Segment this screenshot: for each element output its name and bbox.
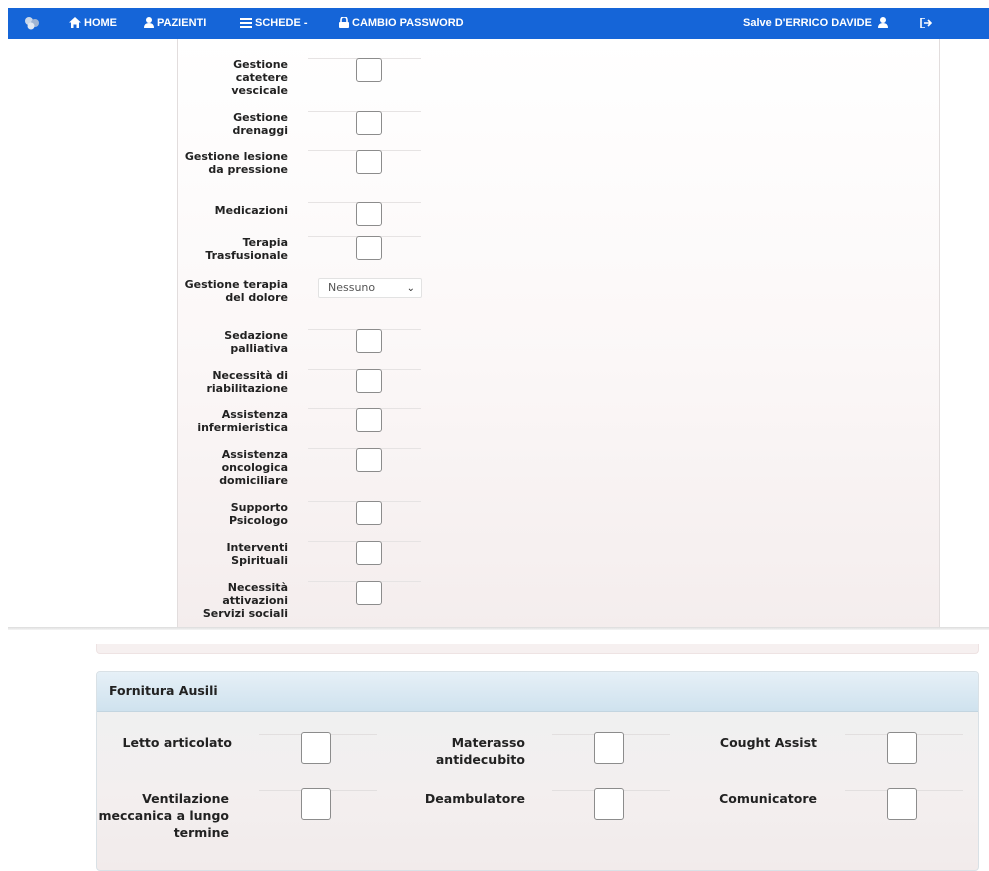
ausilio-label: Cought Assist <box>719 735 817 750</box>
logout-icon <box>920 17 933 29</box>
checkbox-deambulatore[interactable] <box>594 788 624 820</box>
ausilio-label: Letto articolato <box>122 735 232 750</box>
form-label: Sedazione palliativa <box>224 329 288 355</box>
checkbox-gestione-drenaggi[interactable] <box>356 111 382 135</box>
select-value: Nessuno <box>328 281 376 294</box>
checkbox-letto-articolato[interactable] <box>301 732 331 764</box>
checkbox-sedazione-palliativa[interactable] <box>356 329 382 353</box>
ausilio-label: Deambulatore <box>424 791 525 806</box>
app-logo-icon[interactable] <box>23 14 41 32</box>
checkbox-assistenza-oncologica[interactable] <box>356 448 382 472</box>
nav-schede-label: SCHEDE - <box>255 17 308 29</box>
checkbox-riabilitazione[interactable] <box>356 369 382 393</box>
empty-card-footer <box>96 644 979 654</box>
chevron-down-icon: ⌄ <box>406 283 415 294</box>
nav-schede[interactable]: SCHEDE - <box>240 8 308 39</box>
user-icon <box>878 17 889 28</box>
nav-home-label: HOME <box>84 17 117 29</box>
user-greeting-text: Salve D'ERRICO DAVIDE <box>743 17 872 29</box>
form-label: Interventi Spirituali <box>226 541 288 567</box>
form-label: Gestione lesione da pressione <box>184 150 288 176</box>
top-navbar: HOME PAZIENTI SCHEDE - CAMBIO PASSWORD S… <box>8 8 989 39</box>
select-terapia-dolore[interactable]: Nessuno ⌄ <box>318 278 422 298</box>
checkbox-supporto-psicologo[interactable] <box>356 501 382 525</box>
checkbox-materasso-antidecubito[interactable] <box>594 732 624 764</box>
ausilio-label: Comunicatore <box>719 791 817 806</box>
logout-button[interactable] <box>920 8 935 39</box>
form-label: Gestione catetere vescicale <box>231 58 288 97</box>
nav-pazienti-label: PAZIENTI <box>157 17 207 29</box>
nav-user-greeting[interactable]: Salve D'ERRICO DAVIDE <box>743 8 891 39</box>
ausilio-label: Ventilazione meccanica a lungo termine <box>98 791 229 840</box>
form-label: Necessità di riabilitazione <box>206 369 288 395</box>
checkbox-servizi-sociali[interactable] <box>356 581 382 605</box>
home-icon <box>69 17 81 28</box>
checkbox-comunicatore[interactable] <box>887 788 917 820</box>
form-label: Gestione drenaggi <box>232 111 288 137</box>
form-label: Supporto Psicologo <box>228 501 288 527</box>
checkbox-assistenza-infermieristica[interactable] <box>356 408 382 432</box>
prestazioni-form-card: Gestione catetere vescicale Gestione dre… <box>177 39 940 628</box>
form-label: Necessità attivazioni Servizi sociali <box>202 581 288 620</box>
nav-pazienti[interactable]: PAZIENTI <box>144 8 206 39</box>
form-label: Assistenza infermieristica <box>197 408 288 434</box>
section-divider <box>8 627 989 630</box>
nav-cambio-password-label: CAMBIO PASSWORD <box>352 17 464 29</box>
ausilio-label: Materasso antidecubito <box>435 735 525 767</box>
checkbox-cought-assist[interactable] <box>887 732 917 764</box>
checkbox-gestione-catetere[interactable] <box>356 58 382 82</box>
form-label: Gestione terapia del dolore <box>184 278 288 304</box>
lock-icon <box>339 16 349 28</box>
form-label: Terapia Trasfusionale <box>205 236 288 262</box>
checkbox-ventilazione-meccanica[interactable] <box>301 788 331 820</box>
nav-home[interactable]: HOME <box>69 8 117 39</box>
nav-cambio-password[interactable]: CAMBIO PASSWORD <box>339 8 464 39</box>
checkbox-gestione-lesione[interactable] <box>356 150 382 174</box>
fornitura-ausili-panel: Fornitura Ausili Letto articolato Matera… <box>96 671 979 871</box>
form-label: Assistenza oncologica domiciliare <box>219 448 288 487</box>
user-icon <box>144 17 154 28</box>
checkbox-terapia-trasfusionale[interactable] <box>356 236 382 260</box>
list-icon <box>240 18 252 28</box>
checkbox-medicazioni[interactable] <box>356 202 382 226</box>
checkbox-interventi-spirituali[interactable] <box>356 541 382 565</box>
panel-title: Fornitura Ausili <box>97 672 978 712</box>
form-label: Medicazioni <box>214 204 288 217</box>
